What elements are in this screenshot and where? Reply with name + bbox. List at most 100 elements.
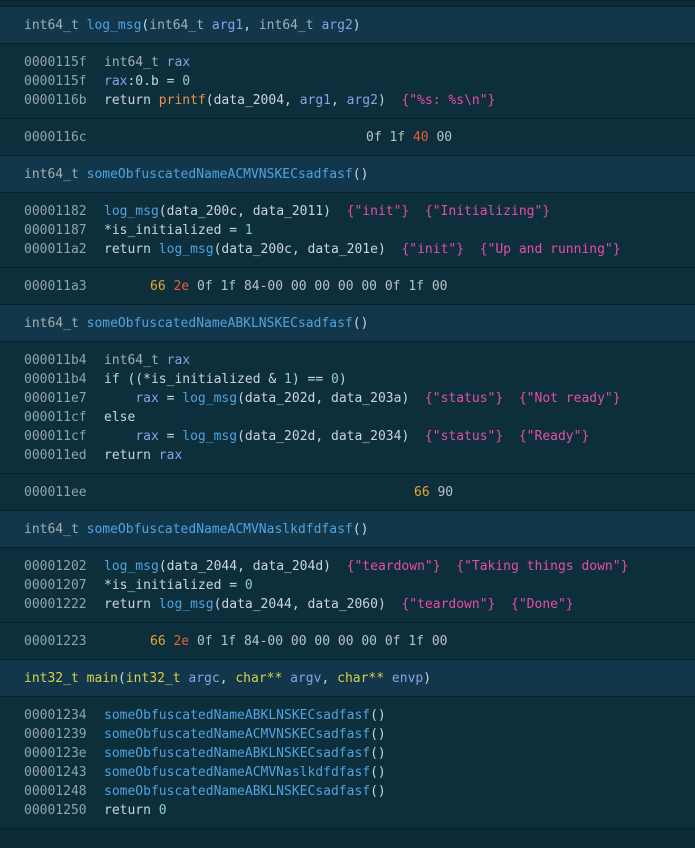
- code-token: (: [117, 671, 126, 686]
- code-line[interactable]: 00001243 someObfuscatedNameACMVNaslkdfdfa…: [0, 763, 695, 782]
- code-line[interactable]: 00001187 *is_initialized = 1: [0, 221, 695, 240]
- hex-byte: 66: [150, 279, 166, 294]
- code-token: 1: [284, 372, 292, 387]
- code-line[interactable]: 0000115f rax:0.b = 0: [0, 72, 695, 91]
- bytes-address: 0000116c: [24, 130, 87, 145]
- code-token: *is_initialized =: [104, 578, 245, 593]
- code-token: 0: [158, 803, 167, 818]
- line-address: 000011cf: [24, 429, 87, 444]
- code-token: ): [338, 372, 347, 387]
- padding-bytes-row[interactable]: 00001223 66 2e 0f 1f 84-00 00 00 00 00 0f…: [0, 623, 695, 660]
- code-token: *is_initialized =: [104, 223, 245, 238]
- hex-byte: 00: [290, 279, 307, 294]
- function-body: 000011b4 int64_t rax 000011b4 if ((*is_init…: [0, 342, 695, 474]
- hex-byte: 00: [361, 279, 378, 294]
- code-line[interactable]: 00001239 someObfuscatedNameACMVNSKECsadfa…: [0, 725, 695, 744]
- param-type: int64_t: [149, 18, 205, 33]
- line-address: 0000115f: [24, 55, 87, 70]
- code-token: someObfuscatedNameABKLNSKECsadfasf: [104, 746, 371, 761]
- line-address: 00001207: [24, 578, 87, 593]
- code-token: rax: [166, 353, 191, 368]
- code-token: (data_202d, data_203a): [237, 391, 425, 406]
- param-type: char**: [337, 671, 385, 686]
- code-token: ): [360, 316, 369, 331]
- hex-bytes: 66 2e 0f 1f 84-00 00 00 00 00 0f 1f 00: [150, 623, 447, 660]
- function-header[interactable]: int64_t someObfuscatedNameACMVNSKECsadfa…: [0, 156, 695, 193]
- code-line[interactable]: 000011b4 int64_t rax: [0, 351, 695, 370]
- hex-byte: 1f: [220, 634, 237, 649]
- hex-bytes: 0f 1f 40 00: [366, 119, 452, 156]
- code-line[interactable]: 000011cf rax = log_msg(data_202d, data_2…: [0, 427, 695, 446]
- function-header[interactable]: int64_t someObfuscatedNameACMVNaslkdfdfa…: [0, 511, 695, 548]
- param-type: char**: [235, 671, 283, 686]
- hex-byte: 00: [436, 130, 453, 145]
- hex-byte: 00: [431, 279, 448, 294]
- code-token: 0: [182, 74, 191, 89]
- code-token: {"init"} {"Up and running"}: [401, 242, 621, 257]
- line-address: 00001234: [24, 708, 87, 723]
- code-token: (data_200c, data_2011): [158, 204, 347, 219]
- code-line[interactable]: 000011ed return rax: [0, 446, 695, 465]
- code-line[interactable]: 0000116b return printf(data_2004, arg1, a…: [0, 91, 695, 110]
- code-line[interactable]: 00001222 return log_msg(data_2044, data_2…: [0, 595, 695, 614]
- code-token: (data_202d, data_2034): [237, 429, 425, 444]
- code-token: ,: [331, 93, 347, 108]
- code-token: ,: [321, 671, 338, 686]
- code-line[interactable]: 000011cf else: [0, 408, 695, 427]
- code-token: ): [423, 671, 432, 686]
- code-token: {"status"} {"Ready"}: [424, 429, 590, 444]
- code-line[interactable]: 00001234 someObfuscatedNameABKLNSKECsadfa…: [0, 706, 695, 725]
- code-line[interactable]: 0000123e someObfuscatedNameABKLNSKECsadfa…: [0, 744, 695, 763]
- code-token: (): [370, 727, 386, 742]
- line-address: 00001187: [24, 223, 87, 238]
- function-header[interactable]: int32_t main(int32_t argc, char** argv, …: [0, 660, 695, 697]
- code-token: (: [352, 167, 361, 182]
- hex-byte: 84-00: [243, 279, 284, 294]
- hex-byte: 40: [412, 130, 429, 145]
- line-address: 000011b4: [24, 353, 87, 368]
- code-line[interactable]: 00001248 someObfuscatedNameABKLNSKECsadfa…: [0, 782, 695, 801]
- hex-byte: 1f: [408, 279, 424, 294]
- code-line[interactable]: 0000115f int64_t rax: [0, 53, 695, 72]
- code-line[interactable]: 00001182 log_msg(data_200c, data_2011) {"…: [0, 202, 695, 221]
- code-token: {"teardown"} {"Taking things down"}: [346, 559, 629, 574]
- padding-bytes-row[interactable]: 0000116c 0f 1f 40 00: [0, 119, 695, 156]
- line-address: 00001248: [24, 784, 87, 799]
- code-line[interactable]: 00001250 return 0: [0, 801, 695, 820]
- code-token: (data_2004,: [205, 93, 300, 108]
- code-line[interactable]: 000011b4 if ((*is_initialized & 1) == 0): [0, 370, 695, 389]
- code-token: log_msg: [182, 429, 238, 444]
- line-address: 000011e7: [24, 391, 87, 406]
- disassembly-view: int64_t log_msg (int64_t arg1, int64_t ar…: [0, 0, 695, 848]
- code-token: return: [104, 242, 159, 257]
- hex-byte: 00: [314, 634, 331, 649]
- padding-bytes-row[interactable]: 000011ee 66 90: [0, 474, 695, 511]
- code-line[interactable]: 000011a2 return log_msg(data_200c, data_2…: [0, 240, 695, 259]
- padding-bytes-row[interactable]: 000011a3 66 2e 0f 1f 84-00 00 00 00 00 0f…: [0, 268, 695, 305]
- function-header[interactable]: int64_t log_msg(int64_t arg1, int64_t ar…: [0, 7, 695, 44]
- line-address: 000011a2: [24, 242, 87, 257]
- code-line[interactable]: 000011e7 rax = log_msg(data_202d, data_2…: [0, 389, 695, 408]
- code-line[interactable]: 00001207 *is_initialized = 0: [0, 576, 695, 595]
- code-token: rax: [135, 429, 159, 444]
- code-line[interactable]: 00001202 log_msg(data_2044, data_204d) {"…: [0, 557, 695, 576]
- code-token: else: [104, 410, 136, 425]
- code-token: ): [352, 18, 361, 33]
- hex-byte: 0f: [384, 634, 401, 649]
- code-token: (): [370, 708, 386, 723]
- function-header[interactable]: int64_t someObfuscatedNameABKLNSKECsadfa…: [0, 305, 695, 342]
- code-token: arg1: [299, 93, 331, 108]
- code-token: =: [158, 429, 183, 444]
- code-token: someObfuscatedNameABKLNSKECsadfasf: [104, 784, 371, 799]
- code-token: rax: [166, 55, 191, 70]
